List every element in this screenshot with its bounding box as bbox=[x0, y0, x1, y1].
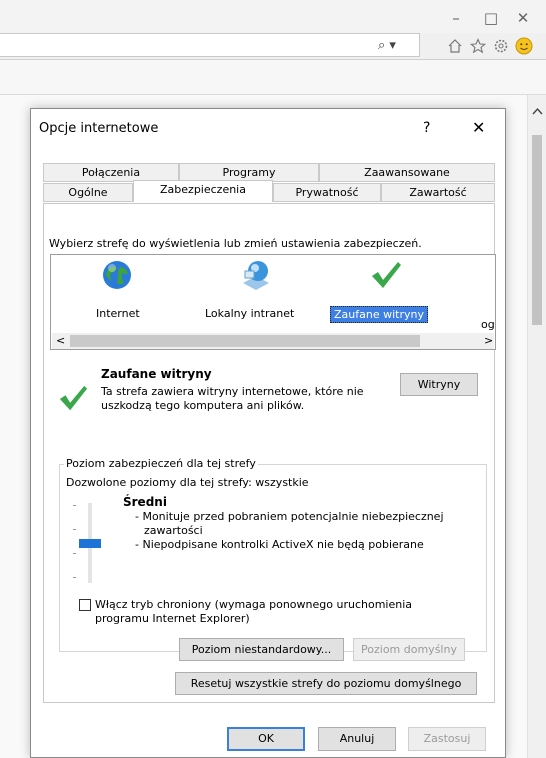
zone-cutoff-text: og bbox=[481, 318, 495, 331]
cancel-button[interactable]: Anuluj bbox=[318, 727, 396, 751]
zone-prompt: Wybierz strefę do wyświetlenia lub zmień… bbox=[49, 237, 422, 250]
slider-tick bbox=[73, 505, 76, 506]
allowed-levels-text: Dozwolone poziomy dla tej strefy: wszyst… bbox=[66, 476, 309, 489]
browser-tab-strip bbox=[0, 60, 546, 95]
dialog-title: Opcje internetowe bbox=[39, 121, 159, 136]
slider-tick bbox=[73, 577, 76, 578]
zone-description-line1: Ta strefa zawiera witryny internetowe, k… bbox=[101, 385, 364, 398]
zone-name: Zaufane witryny bbox=[101, 367, 212, 381]
home-icon[interactable] bbox=[447, 38, 463, 54]
globe-icon[interactable] bbox=[101, 259, 133, 291]
security-level-group-title: Poziom zabezpieczeń dla tej strefy bbox=[64, 457, 258, 470]
close-window-button[interactable]: ✕ bbox=[513, 8, 533, 28]
favorites-star-icon[interactable] bbox=[470, 38, 486, 54]
maximize-button[interactable]: □ bbox=[481, 8, 501, 28]
ok-button[interactable]: OK bbox=[227, 727, 305, 751]
tab-zabezpieczenia[interactable]: Zabezpieczenia bbox=[133, 180, 273, 202]
zone-trusted-label[interactable]: Zaufane witryny bbox=[330, 306, 428, 323]
custom-level-button[interactable]: Poziom niestandardowy... bbox=[179, 638, 344, 661]
trusted-zone-check-icon bbox=[59, 385, 88, 411]
slider-tick bbox=[73, 553, 76, 554]
reset-all-zones-button[interactable]: Resetuj wszystkie strefy do poziomu domy… bbox=[175, 672, 477, 695]
slider-tick bbox=[73, 529, 76, 530]
level-description-1a: - Monituje przed pobraniem potencjalnie … bbox=[135, 510, 444, 523]
smiley-feedback-icon[interactable] bbox=[515, 37, 533, 55]
page-vertical-scrollbar[interactable] bbox=[527, 95, 546, 758]
tab-ogolne[interactable]: Ogólne bbox=[43, 183, 133, 202]
checkmark-icon[interactable] bbox=[369, 259, 403, 291]
zone-horizontal-scrollbar[interactable]: < > bbox=[52, 333, 494, 349]
default-level-button[interactable]: Poziom domyślny bbox=[353, 638, 465, 661]
tab-zaawansowane[interactable]: Zaawansowane bbox=[319, 163, 495, 182]
tab-zawartosc[interactable]: Zawartość bbox=[381, 183, 495, 202]
address-bar-row: ⌕ ▾ bbox=[0, 33, 546, 60]
scroll-right-arrow[interactable]: > bbox=[484, 334, 493, 347]
level-description-1b: zawartości bbox=[144, 524, 203, 537]
dialog-close-button[interactable]: ✕ bbox=[472, 118, 485, 137]
security-slider[interactable] bbox=[69, 501, 101, 585]
scroll-left-arrow[interactable]: < bbox=[56, 334, 65, 347]
zone-description-line2: uszkodzą tego komputera ani plików. bbox=[101, 399, 305, 412]
apply-button[interactable]: Zastosuj bbox=[408, 727, 486, 751]
search-dropdown-icon[interactable]: ⌕ ▾ bbox=[378, 38, 396, 53]
tab-prywatnosc[interactable]: Prywatność bbox=[273, 183, 381, 202]
zone-list[interactable]: Internet Lokalny intranet Zaufane witryn… bbox=[50, 254, 496, 350]
page-scroll-thumb[interactable] bbox=[532, 135, 542, 325]
browser-title-strip: – □ ✕ bbox=[0, 0, 546, 33]
zone-internet-label[interactable]: Internet bbox=[96, 307, 140, 320]
protected-mode-checkbox[interactable] bbox=[79, 599, 91, 611]
level-name: Średni bbox=[123, 495, 167, 509]
slider-thumb[interactable] bbox=[79, 539, 101, 548]
sites-button[interactable]: Witryny bbox=[400, 373, 478, 396]
zone-scroll-thumb[interactable] bbox=[70, 335, 420, 347]
minimize-button[interactable]: – bbox=[446, 8, 466, 28]
address-input[interactable] bbox=[0, 33, 420, 57]
scroll-up-arrow-icon[interactable] bbox=[532, 107, 543, 115]
internet-options-dialog: Opcje internetowe ? ✕ Połączenia Program… bbox=[30, 108, 506, 758]
help-button[interactable]: ? bbox=[423, 120, 430, 136]
protected-mode-label-line2[interactable]: programu Internet Explorer) bbox=[95, 612, 250, 625]
settings-gear-icon[interactable] bbox=[493, 38, 509, 54]
zone-intranet-label[interactable]: Lokalny intranet bbox=[205, 307, 294, 320]
level-description-2: - Niepodpisane kontrolki ActiveX nie będ… bbox=[135, 538, 424, 551]
intranet-icon[interactable] bbox=[239, 259, 273, 291]
protected-mode-label-line1[interactable]: Włącz tryb chroniony (wymaga ponownego u… bbox=[95, 598, 412, 611]
